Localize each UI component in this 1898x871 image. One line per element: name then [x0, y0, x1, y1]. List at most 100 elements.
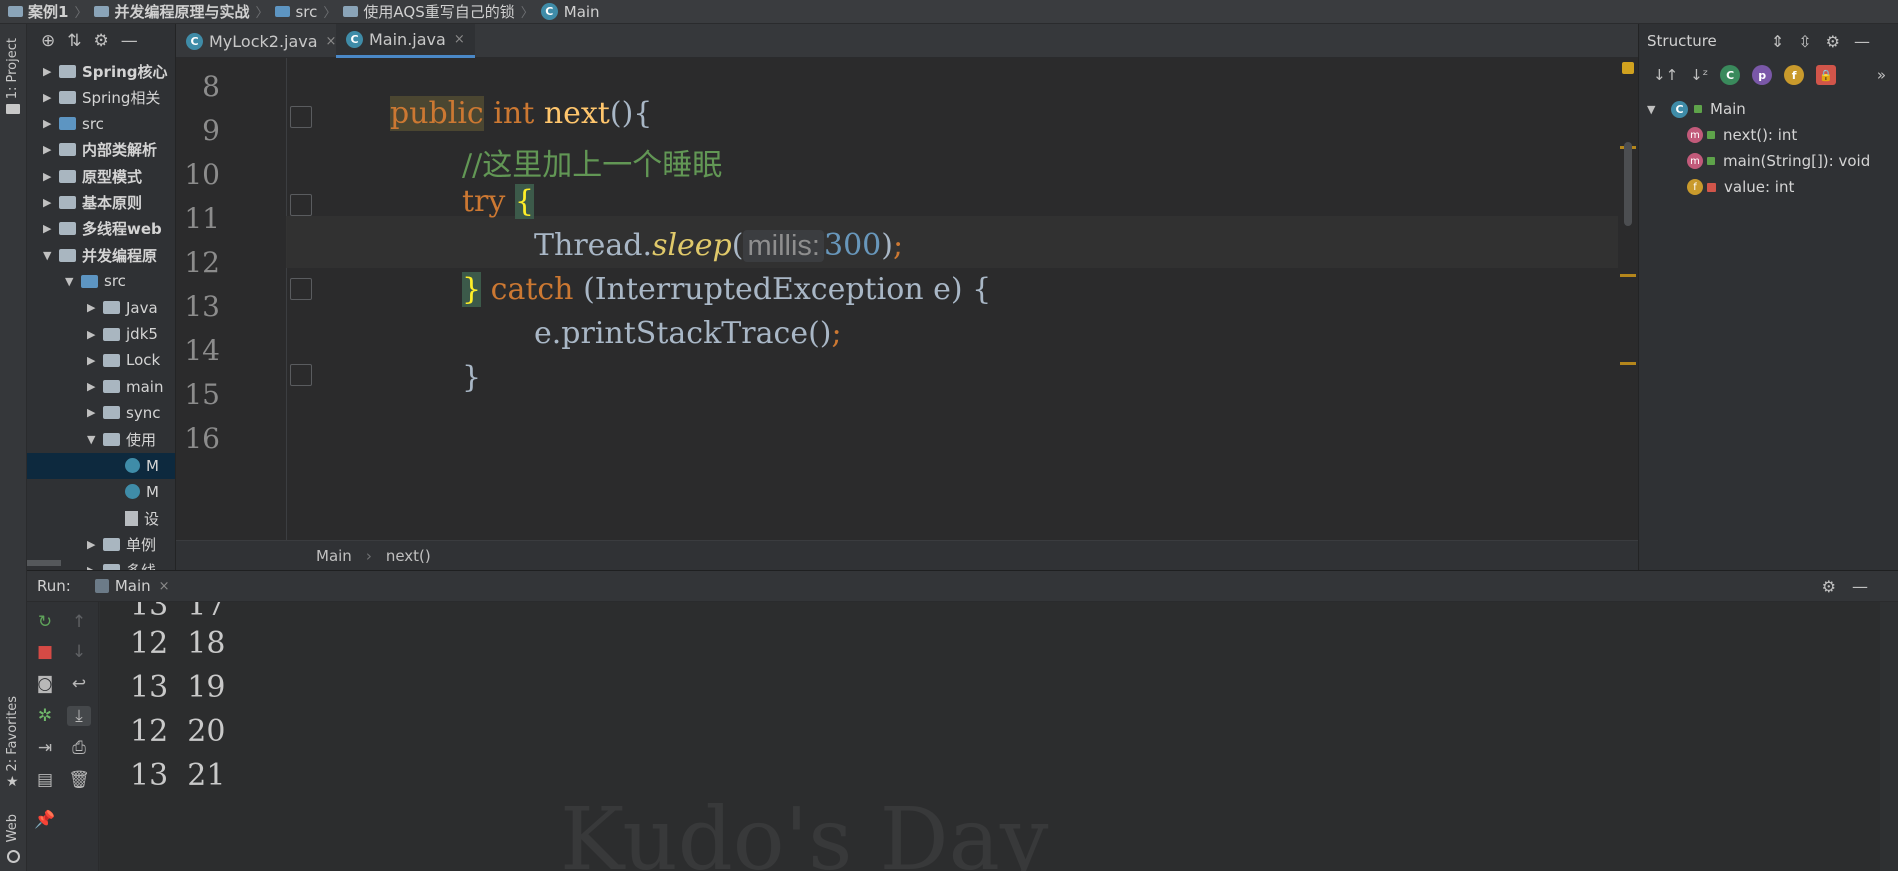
- chevron-right-icon[interactable]: ▶: [43, 65, 59, 78]
- close-icon[interactable]: ×: [159, 579, 170, 594]
- chevron-right-icon[interactable]: ▶: [87, 354, 103, 367]
- chevron-down-icon[interactable]: ▼: [87, 433, 103, 446]
- chevron-right-icon[interactable]: ▶: [43, 91, 59, 104]
- chevron-right-icon[interactable]: ▶: [43, 222, 59, 235]
- chevron-right-icon[interactable]: ▶: [43, 143, 59, 156]
- chevron-right-icon[interactable]: ▶: [87, 380, 103, 393]
- chevron-right-icon[interactable]: ▶: [87, 328, 103, 341]
- tab-mylock2[interactable]: C MyLock2.java ×: [176, 24, 346, 58]
- project-tree-item[interactable]: ▶ 内部类解析: [27, 137, 175, 163]
- chevron-right-icon[interactable]: ▶: [87, 406, 103, 419]
- fold-marker[interactable]: [290, 278, 312, 300]
- favorites-tool-button[interactable]: 2: Favorites: [5, 696, 20, 772]
- project-tree-item[interactable]: 设: [27, 505, 175, 531]
- project-tree-item[interactable]: ▶ sync: [27, 400, 175, 426]
- project-tree-item[interactable]: ▼ 使用: [27, 426, 175, 452]
- chevron-right-icon[interactable]: ▶: [87, 538, 103, 551]
- line-number: 12: [184, 246, 220, 279]
- collapse-all-icon[interactable]: ⇅: [67, 31, 81, 51]
- structure-member[interactable]: m main(String[]): void: [1687, 148, 1870, 174]
- project-tree-item[interactable]: ▶ 多线程web: [27, 216, 175, 242]
- chevron-right-icon[interactable]: ▶: [43, 170, 59, 183]
- project-tree-item[interactable]: M: [27, 479, 175, 505]
- fold-marker[interactable]: [290, 364, 312, 386]
- project-tree-item[interactable]: ▶ Java: [27, 295, 175, 321]
- file-icon: [125, 510, 138, 526]
- structure-member[interactable]: f value: int: [1687, 174, 1794, 200]
- structure-root[interactable]: ▼ C Main: [1647, 96, 1746, 122]
- gear-icon[interactable]: ⚙: [94, 31, 109, 51]
- console-icon: [94, 579, 109, 593]
- rerun-icon[interactable]: ↻: [33, 612, 57, 632]
- crumb-project[interactable]: 案例1 〉: [8, 1, 94, 22]
- exit-icon[interactable]: ⇥: [33, 738, 57, 758]
- scroll-to-end-icon[interactable]: ⤓: [67, 706, 91, 726]
- crumb-src[interactable]: src 〉: [275, 2, 343, 21]
- fold-marker[interactable]: [290, 106, 312, 128]
- breadcrumb-method[interactable]: next(): [386, 547, 431, 565]
- project-tree-item[interactable]: ▶ src: [27, 111, 175, 137]
- pin-icon[interactable]: 📌: [33, 810, 57, 830]
- project-tree-label: src: [104, 272, 126, 291]
- folder-icon: [103, 432, 120, 446]
- locate-icon[interactable]: ⊕: [41, 31, 55, 51]
- project-tree-item[interactable]: ▼ src: [27, 268, 175, 294]
- crumb-package[interactable]: 使用AQS重写自己的锁〉: [343, 1, 540, 22]
- project-tree-item[interactable]: ▶ Spring相关: [27, 84, 175, 110]
- structure-member[interactable]: m next(): int: [1687, 122, 1797, 148]
- project-tree-item[interactable]: ▶ Lock: [27, 347, 175, 373]
- crumb-class[interactable]: C Main: [540, 3, 600, 21]
- sort-by-visibility-icon[interactable]: ↓↑: [1653, 66, 1678, 84]
- web-tool-button[interactable]: Web: [5, 814, 20, 842]
- folder-icon: [59, 143, 76, 157]
- show-properties-icon[interactable]: p: [1752, 65, 1773, 85]
- project-tree-item[interactable]: ▶ 原型模式: [27, 163, 175, 189]
- horizontal-scrollbar[interactable]: [27, 560, 61, 566]
- trash-icon[interactable]: 🗑: [67, 770, 91, 790]
- fold-marker[interactable]: [290, 194, 312, 216]
- chevron-right-icon[interactable]: ▶: [87, 301, 103, 314]
- chevron-down-icon[interactable]: ▼: [65, 275, 81, 288]
- hide-icon[interactable]: —: [121, 31, 138, 51]
- project-tool-button[interactable]: 1: Project: [5, 38, 20, 99]
- code-editor[interactable]: 8 9 10 11 12 13 14 15 16 public int next…: [176, 58, 1638, 540]
- debug-icon[interactable]: ✲: [33, 706, 57, 726]
- down-arrow-icon[interactable]: ↓: [67, 642, 91, 662]
- tab-main[interactable]: C Main.java ×: [336, 24, 475, 58]
- crumb-module[interactable]: 并发编程原理与实战〉: [94, 1, 275, 22]
- project-tree-item[interactable]: ▶ Spring核心: [27, 58, 175, 84]
- project-tree-item[interactable]: ▶ jdk5: [27, 321, 175, 347]
- close-icon[interactable]: ×: [454, 32, 465, 47]
- stop-icon[interactable]: ■: [33, 642, 57, 662]
- chevron-down-icon[interactable]: ▼: [43, 249, 59, 262]
- project-tree-item[interactable]: ▶ 基本原则: [27, 190, 175, 216]
- show-inherited-icon[interactable]: C: [1720, 65, 1741, 85]
- up-arrow-icon[interactable]: ↑: [67, 612, 91, 632]
- project-tree-item[interactable]: ▶ main: [27, 374, 175, 400]
- run-panel-options[interactable]: ⚙—: [1822, 577, 1884, 596]
- layout-icon[interactable]: ▤: [33, 770, 57, 790]
- sort-alpha-icon[interactable]: ↓ᶻ: [1690, 66, 1708, 84]
- camera-icon[interactable]: ◙: [33, 674, 57, 694]
- more-icon[interactable]: »: [1877, 66, 1886, 84]
- structure-header-icons[interactable]: ⇕⇳⚙—: [1771, 32, 1884, 51]
- project-tree-label: main: [126, 377, 164, 396]
- vertical-scrollbar[interactable]: [1624, 142, 1632, 226]
- project-tree-label: sync: [126, 403, 161, 422]
- folder-icon: [59, 196, 76, 209]
- code-line-13: } catch (InterruptedException e) {: [462, 272, 992, 307]
- show-non-public-icon[interactable]: 🔒: [1816, 65, 1837, 85]
- project-tree-label: Spring核心: [82, 62, 168, 81]
- show-fields-icon[interactable]: f: [1784, 65, 1805, 85]
- run-tab-main[interactable]: Main ×: [94, 577, 170, 595]
- close-icon[interactable]: ×: [326, 34, 337, 49]
- chevron-right-icon[interactable]: ▶: [43, 117, 59, 130]
- project-tree-item[interactable]: M: [27, 452, 175, 479]
- inspection-status-icon[interactable]: [1622, 62, 1634, 74]
- soft-wrap-icon[interactable]: ↩: [67, 674, 91, 694]
- project-tree-item[interactable]: ▶ 单例: [27, 531, 175, 557]
- breadcrumb-class[interactable]: Main: [316, 547, 352, 565]
- print-icon[interactable]: ⎙: [67, 738, 91, 758]
- project-tree-item[interactable]: ▼ 并发编程原: [27, 242, 175, 268]
- chevron-right-icon[interactable]: ▶: [43, 196, 59, 209]
